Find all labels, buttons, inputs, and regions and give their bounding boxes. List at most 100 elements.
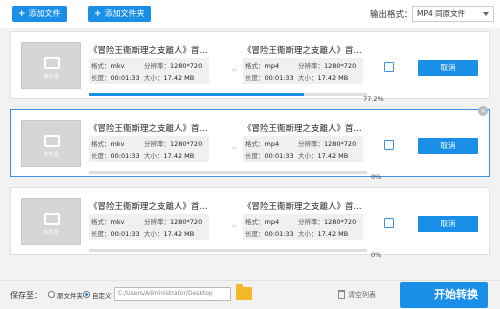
convert-arrow-icon: ››› xyxy=(231,66,237,74)
add-file-label: 添加文件 xyxy=(28,9,61,18)
format-label: 格式： xyxy=(245,218,265,226)
target-size: 17.42 MB xyxy=(317,74,349,82)
bottom-bar: 保存至： 原文件夹 自定义 C:/Users/Administrator/Des… xyxy=(0,280,500,309)
target-duration: 00:01:33 xyxy=(264,230,294,238)
duration-label: 长度： xyxy=(91,230,111,238)
target-title: 《冒险王衞斯理之支離人》首... xyxy=(243,202,362,212)
radio-source-folder-label: 原文件夹 xyxy=(57,292,83,300)
format-label: 格式： xyxy=(245,140,265,148)
source-format: mkv xyxy=(110,218,125,226)
format-label: 格式： xyxy=(91,218,111,226)
source-size: 17.42 MB xyxy=(163,230,195,238)
target-resolution: 1280*720 xyxy=(324,62,357,70)
plus-icon: + xyxy=(94,9,102,19)
progress-bar xyxy=(89,249,367,252)
duration-label: 长度： xyxy=(91,74,111,82)
task-list: 软件园 《冒险王衞斯理之支離人》首... 格式：mkv 分辨率：1280*720… xyxy=(0,28,500,280)
source-format: mkv xyxy=(110,62,125,70)
video-thumbnail: 软件园 xyxy=(21,120,81,167)
size-label: 大小： xyxy=(298,152,318,160)
format-label: 格式： xyxy=(91,140,111,148)
cancel-button[interactable]: 取消 xyxy=(418,216,478,232)
thumbnail-caption: 软件园 xyxy=(43,74,59,80)
resolution-label: 分辨率： xyxy=(298,140,324,148)
add-folder-label: 添加文件夹 xyxy=(104,9,145,18)
add-folder-button[interactable]: + 添加文件夹 xyxy=(88,6,151,22)
progress-fill xyxy=(89,93,304,96)
chevron-down-icon xyxy=(483,12,489,16)
size-label: 大小： xyxy=(144,152,164,160)
size-label: 大小： xyxy=(298,230,318,238)
source-resolution: 1280*720 xyxy=(170,62,203,70)
target-resolution: 1280*720 xyxy=(324,218,357,226)
cancel-button[interactable]: 取消 xyxy=(418,60,478,76)
progress-bar xyxy=(89,171,367,174)
edit-icon[interactable] xyxy=(384,218,394,228)
edit-icon[interactable] xyxy=(384,140,394,150)
close-icon[interactable]: × xyxy=(478,106,488,116)
source-title: 《冒险王衞斯理之支離人》首... xyxy=(89,46,208,56)
source-duration: 00:01:33 xyxy=(110,152,140,160)
resolution-label: 分辨率： xyxy=(144,140,170,148)
duration-label: 长度： xyxy=(91,152,111,160)
target-title: 《冒险王衞斯理之支離人》首... xyxy=(243,46,362,56)
size-label: 大小： xyxy=(144,230,164,238)
target-size: 17.42 MB xyxy=(317,230,349,238)
target-meta: 格式：mp4 分辨率：1280*720 长度：00:01:33 大小：17.42… xyxy=(243,214,363,240)
trash-icon[interactable] xyxy=(338,290,345,299)
video-logo-icon xyxy=(44,213,60,225)
progress-percent: 0% xyxy=(371,173,382,181)
task-card[interactable]: × 软件园 《冒险王衞斯理之支離人》首... 格式：mkv 分辨率：1280*7… xyxy=(10,106,490,181)
resolution-label: 分辨率： xyxy=(144,218,170,226)
target-format: mp4 xyxy=(264,62,280,70)
source-size: 17.42 MB xyxy=(163,74,195,82)
thumbnail-caption: 软件园 xyxy=(43,152,59,158)
size-label: 大小： xyxy=(298,74,318,82)
radio-source-folder[interactable] xyxy=(48,291,55,298)
duration-label: 长度： xyxy=(245,152,265,160)
target-format: mp4 xyxy=(264,218,280,226)
resolution-label: 分辨率： xyxy=(298,218,324,226)
convert-arrow-icon: ››› xyxy=(231,222,237,230)
radio-custom[interactable] xyxy=(83,291,90,298)
output-path-input[interactable]: C:/Users/Administrator/Desktop xyxy=(114,287,231,301)
source-size: 17.42 MB xyxy=(163,152,195,160)
source-duration: 00:01:33 xyxy=(110,74,140,82)
thumbnail-caption: 软件园 xyxy=(43,230,59,236)
target-format: mp4 xyxy=(264,140,280,148)
task-card[interactable]: 软件园 《冒险王衞斯理之支離人》首... 格式：mkv 分辨率：1280*720… xyxy=(10,31,490,103)
progress-percent: 0% xyxy=(371,251,382,259)
source-resolution: 1280*720 xyxy=(170,140,203,148)
task-card[interactable]: 软件园 《冒险王衞斯理之支離人》首... 格式：mkv 分辨率：1280*720… xyxy=(10,187,490,259)
duration-label: 长度： xyxy=(245,74,265,82)
top-toolbar: + 添加文件 + 添加文件夹 输出格式： MP4 同原文件 xyxy=(0,0,500,28)
resolution-label: 分辨率： xyxy=(144,62,170,70)
target-duration: 00:01:33 xyxy=(264,152,294,160)
folder-icon[interactable] xyxy=(236,284,252,300)
target-meta: 格式：mp4 分辨率：1280*720 长度：00:01:33 大小：17.42… xyxy=(243,136,363,162)
progress-percent: 77.2% xyxy=(363,95,384,103)
resolution-label: 分辨率： xyxy=(298,62,324,70)
source-title: 《冒险王衞斯理之支離人》首... xyxy=(89,124,208,134)
convert-arrow-icon: ››› xyxy=(231,144,237,152)
cancel-button[interactable]: 取消 xyxy=(418,138,478,154)
clear-list-button[interactable]: 清空列表 xyxy=(348,290,376,300)
output-format-label: 输出格式： xyxy=(370,10,413,20)
source-resolution: 1280*720 xyxy=(170,218,203,226)
output-format-value: MP4 同原文件 xyxy=(417,9,466,18)
save-to-label: 保存至： xyxy=(10,291,42,300)
target-size: 17.42 MB xyxy=(317,152,349,160)
edit-icon[interactable] xyxy=(384,62,394,72)
duration-label: 长度： xyxy=(245,230,265,238)
source-meta: 格式：mkv 分辨率：1280*720 长度：00:01:33 大小：17.42… xyxy=(89,58,209,84)
video-logo-icon xyxy=(44,135,60,147)
start-convert-button[interactable]: 开始转换 xyxy=(400,282,488,308)
format-label: 格式： xyxy=(91,62,111,70)
output-format-select[interactable]: MP4 同原文件 xyxy=(412,6,494,22)
add-file-button[interactable]: + 添加文件 xyxy=(12,6,67,22)
video-thumbnail: 软件园 xyxy=(21,42,81,89)
source-meta: 格式：mkv 分辨率：1280*720 长度：00:01:33 大小：17.42… xyxy=(89,214,209,240)
video-logo-icon xyxy=(44,57,60,69)
video-thumbnail: 软件园 xyxy=(21,198,81,245)
target-meta: 格式：mp4 分辨率：1280*720 长度：00:01:33 大小：17.42… xyxy=(243,58,363,84)
